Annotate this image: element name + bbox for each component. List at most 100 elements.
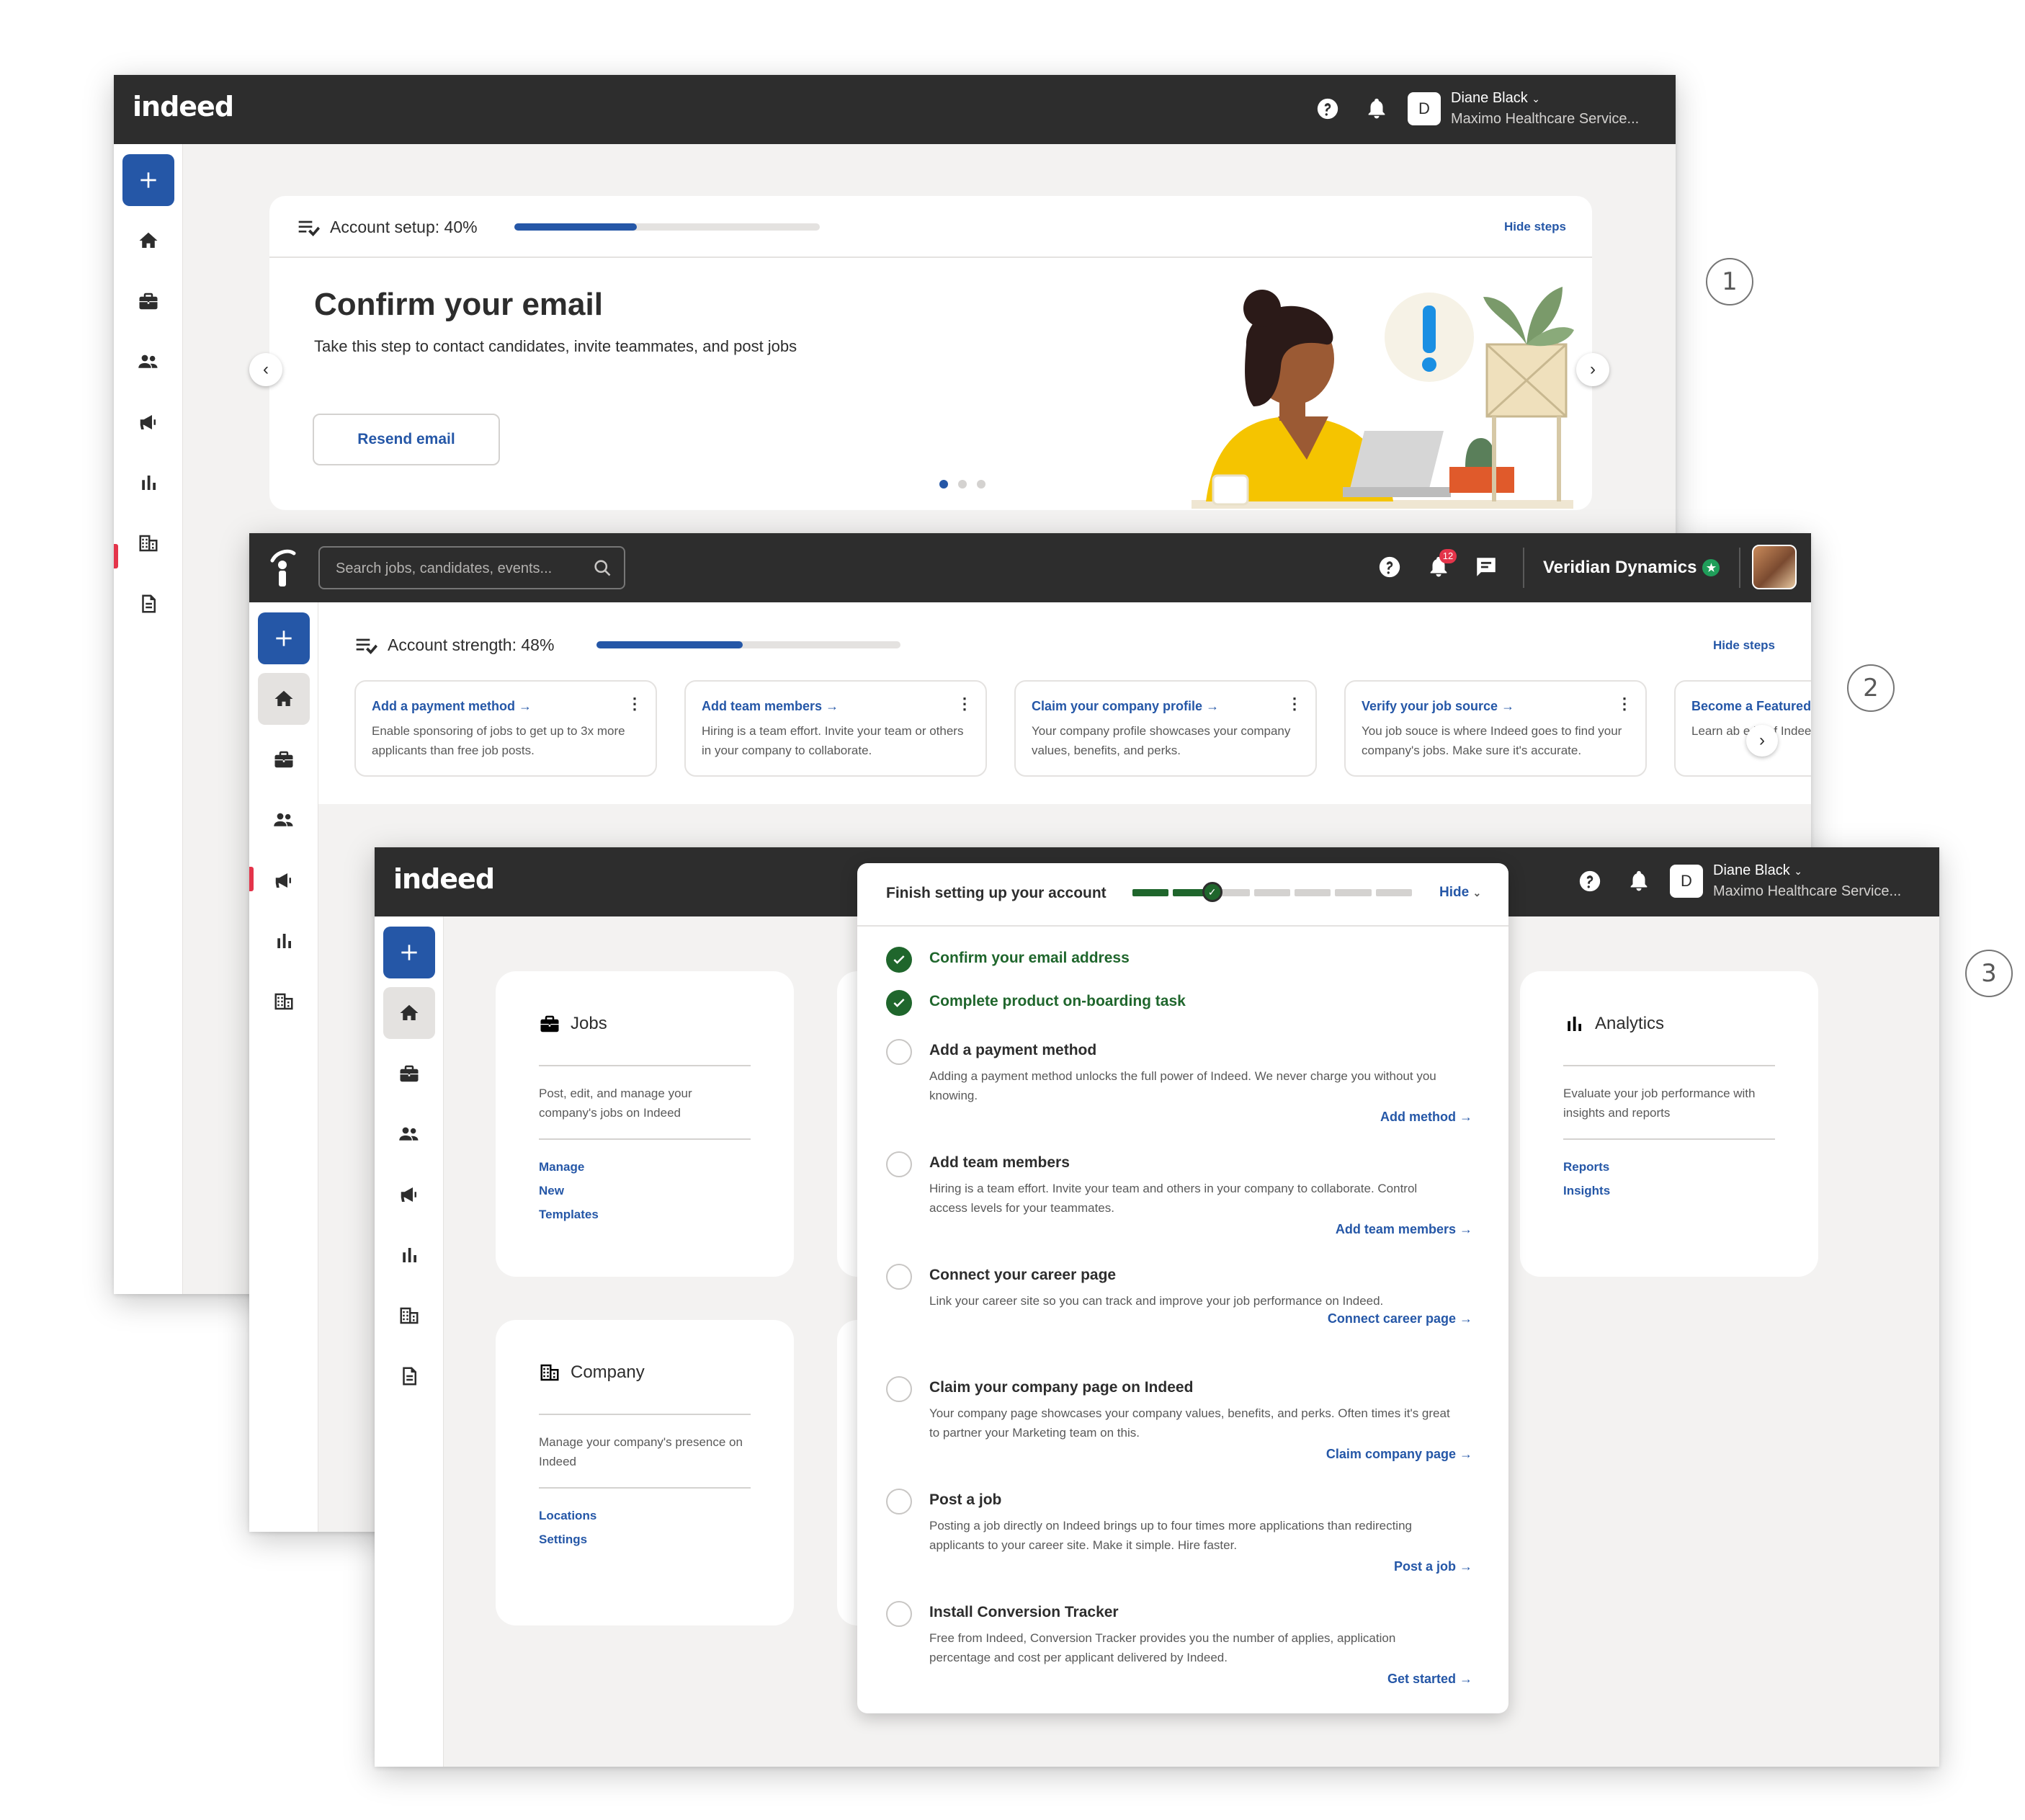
step-card[interactable]: Add a payment method → Enable sponsoring … <box>354 680 657 777</box>
indeed-logo[interactable]: indeed <box>393 863 495 895</box>
more-options-icon[interactable]: ⋮ <box>1287 695 1302 713</box>
bell-icon[interactable] <box>1627 869 1651 893</box>
indeed-i-logo[interactable] <box>268 548 297 588</box>
nav-analytics[interactable] <box>383 1229 435 1281</box>
divider <box>539 1065 751 1066</box>
company-link-locations[interactable]: Locations <box>539 1509 596 1523</box>
nav-analytics[interactable] <box>258 915 310 967</box>
nav-documents[interactable] <box>383 1350 435 1402</box>
nav-campaigns[interactable] <box>258 855 310 906</box>
jobs-tile: Jobs Post, edit, and manage your company… <box>496 971 794 1277</box>
more-options-icon[interactable]: ⋮ <box>1617 695 1632 713</box>
analytics-title: Analytics <box>1595 1014 1665 1033</box>
strength-progress <box>596 641 900 648</box>
company-title: Company <box>571 1362 645 1382</box>
analytics-link-insights[interactable]: Insights <box>1563 1184 1610 1198</box>
nav-jobs[interactable] <box>383 1048 435 1099</box>
nav-home[interactable] <box>258 673 310 725</box>
account-setup-card: Account setup: 40% Hide steps Confirm yo… <box>269 196 1592 510</box>
chat-icon[interactable] <box>1474 555 1498 579</box>
nav-home[interactable] <box>383 987 435 1039</box>
jobs-link-new[interactable]: New <box>539 1184 564 1198</box>
jobs-link-manage[interactable]: Manage <box>539 1160 584 1174</box>
carousel-dot[interactable] <box>977 480 985 489</box>
nav-campaigns[interactable] <box>383 1169 435 1221</box>
checklist-item-title: Add a payment method <box>929 1042 1097 1058</box>
create-button[interactable] <box>258 612 310 664</box>
step-card-desc: Hiring is a team effort. Invite your tea… <box>702 724 964 757</box>
resend-email-button[interactable]: Resend email <box>313 414 500 465</box>
checklist-item-action[interactable]: Connect career page → <box>1328 1311 1472 1326</box>
chevron-down-icon: ⌄ <box>1532 93 1541 104</box>
step-card[interactable]: Verify your job source → You job souce is… <box>1344 680 1647 777</box>
checklist-item-action[interactable]: Post a job → <box>1394 1559 1472 1574</box>
step-card[interactable]: Add team members → Hiring is a team effor… <box>684 680 987 777</box>
user-org: Maximo Healthcare Service... <box>1713 883 1902 899</box>
company-link-settings[interactable]: Settings <box>539 1533 587 1547</box>
indeed-logo[interactable]: indeed <box>133 91 234 122</box>
nav-candidates[interactable] <box>383 1108 435 1160</box>
chevron-left-icon: ‹ <box>263 360 269 379</box>
more-options-icon[interactable]: ⋮ <box>957 695 973 713</box>
nav-candidates[interactable] <box>258 794 310 846</box>
building-icon <box>273 991 295 1012</box>
jobs-heading: Jobs <box>539 1013 607 1035</box>
checklist-item-action[interactable]: Get started → <box>1387 1672 1472 1687</box>
nav-home[interactable] <box>122 215 174 267</box>
nav-documents[interactable] <box>122 578 174 630</box>
step-cards-next-button[interactable]: › <box>1746 725 1778 757</box>
screen2-topbar: Search jobs, candidates, events... 12 Ve… <box>249 533 1811 602</box>
incomplete-circle-icon <box>886 1376 912 1402</box>
user-menu[interactable]: Diane Black ⌄ Maximo Healthcare Service.… <box>1451 88 1639 129</box>
help-icon[interactable] <box>1315 97 1340 121</box>
nav-campaigns[interactable] <box>122 396 174 448</box>
step-card-title[interactable]: Add a payment method → <box>372 699 640 714</box>
confirm-email-desc: Take this step to contact candidates, in… <box>314 337 797 355</box>
checklist-item-action[interactable]: Add method → <box>1380 1110 1472 1125</box>
nav-company[interactable] <box>258 976 310 1027</box>
hide-panel-link[interactable]: Hide ⌄ <box>1439 885 1481 901</box>
step-card[interactable]: Become a Featured →Learn ab e benf Indee… <box>1674 680 1811 777</box>
verified-star-icon: ★ <box>1702 559 1720 576</box>
search-input[interactable]: Search jobs, candidates, events... <box>318 546 625 589</box>
user-name: Diane Black <box>1451 90 1528 106</box>
create-button[interactable] <box>122 154 174 206</box>
create-button[interactable] <box>383 927 435 978</box>
divider <box>539 1487 751 1489</box>
nav-company[interactable] <box>383 1290 435 1342</box>
hide-steps-link[interactable]: Hide steps <box>1713 638 1775 653</box>
checklist-item-action[interactable]: Claim company page → <box>1326 1447 1472 1462</box>
help-icon[interactable] <box>1578 869 1602 893</box>
nav-jobs[interactable] <box>122 275 174 327</box>
bell-icon[interactable] <box>1364 97 1389 121</box>
nav-analytics[interactable] <box>122 457 174 509</box>
carousel-dot[interactable] <box>958 480 967 489</box>
arrow-right-icon: → <box>1501 699 1515 713</box>
checklist-item-action[interactable]: Add team members → <box>1336 1222 1472 1237</box>
analytics-link-reports[interactable]: Reports <box>1563 1160 1609 1174</box>
profile-photo-avatar[interactable] <box>1752 545 1797 589</box>
step-card-title[interactable]: Verify your job source → <box>1362 699 1630 714</box>
jobs-link-templates[interactable]: Templates <box>539 1208 599 1222</box>
step-card-title[interactable]: Add team members → <box>702 699 970 714</box>
nav-company[interactable] <box>122 517 174 569</box>
step-card-desc: You job souce is where Indeed goes to fi… <box>1362 724 1622 757</box>
step-card-title[interactable]: Become a Featured → <box>1691 699 1811 714</box>
divider <box>539 1138 751 1140</box>
step-card[interactable]: Claim your company profile → Your company… <box>1014 680 1317 777</box>
user-menu[interactable]: Diane Black ⌄ Maximo Healthcare Service.… <box>1713 860 1901 901</box>
step-card-title[interactable]: Claim your company profile → <box>1032 699 1300 714</box>
avatar[interactable]: D <box>1670 865 1703 898</box>
carousel-next-button[interactable]: › <box>1576 353 1609 386</box>
more-options-icon[interactable]: ⋮ <box>627 695 643 713</box>
home-icon <box>398 1002 420 1024</box>
carousel-dot-active[interactable] <box>939 480 948 489</box>
help-icon[interactable] <box>1377 555 1402 579</box>
avatar[interactable]: D <box>1408 92 1441 125</box>
nav-jobs[interactable] <box>258 733 310 785</box>
carousel-prev-button[interactable]: ‹ <box>249 353 282 386</box>
company-switcher[interactable]: Veridian Dynamics ★ <box>1543 558 1720 578</box>
nav-candidates[interactable] <box>122 336 174 388</box>
hide-steps-link[interactable]: Hide steps <box>1504 220 1566 234</box>
screen2-sidebar: » <box>249 602 318 1532</box>
